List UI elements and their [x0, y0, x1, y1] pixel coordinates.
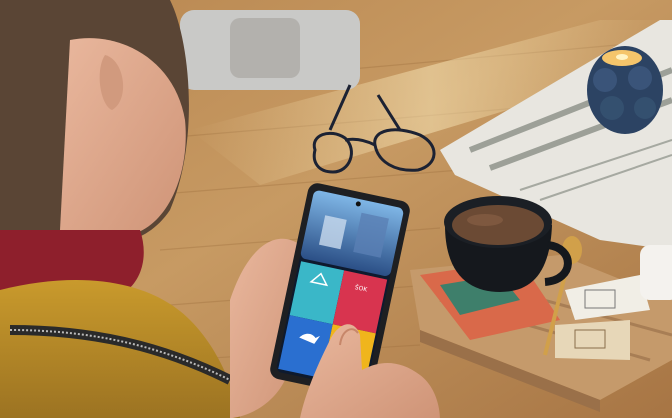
background-figure — [230, 18, 300, 78]
sugar-packet-2 — [555, 320, 630, 360]
scene-illustration: ŠOK — [0, 0, 672, 418]
photo-scene: ŠOK — [0, 0, 672, 418]
candle-holder — [587, 46, 663, 134]
small-white-cup — [640, 245, 672, 300]
